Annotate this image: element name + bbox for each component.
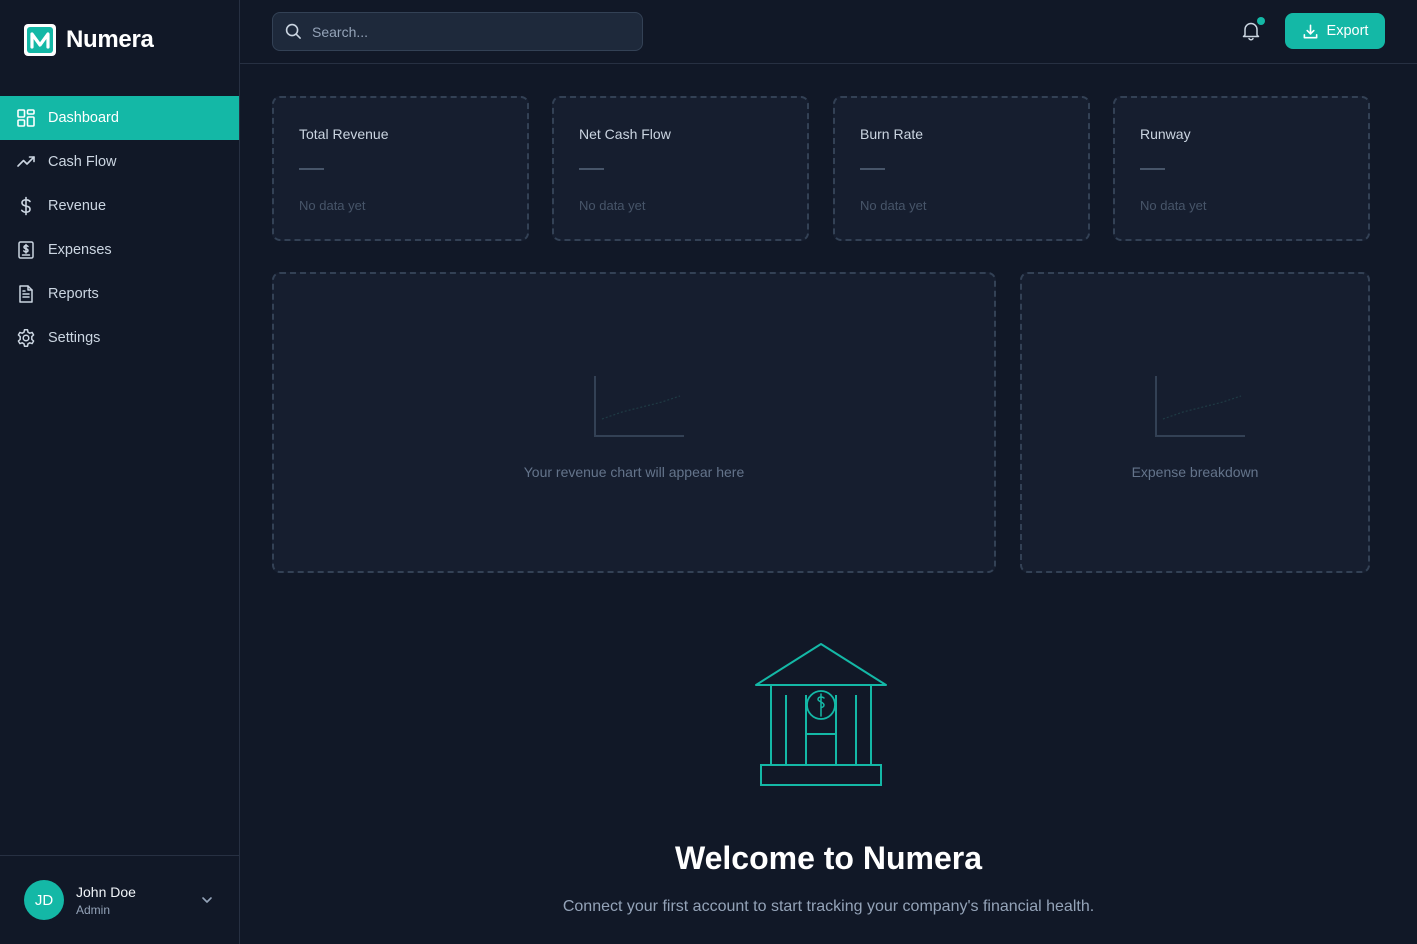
- document-icon: [16, 284, 36, 304]
- search-input[interactable]: [312, 23, 612, 40]
- dashboard-icon: [16, 108, 36, 128]
- stat-subtitle: No data yet: [579, 198, 646, 213]
- sidebar-item-cash-flow[interactable]: Cash Flow: [0, 140, 239, 184]
- stat-card-net-cash-flow: Net Cash Flow No data yet: [552, 96, 809, 241]
- sidebar-item-label: Settings: [48, 330, 101, 346]
- export-button[interactable]: Export: [1285, 13, 1385, 49]
- search-icon: [285, 23, 301, 39]
- dollar-icon: [16, 196, 36, 216]
- search-box[interactable]: [272, 12, 643, 51]
- user-role: Admin: [76, 902, 111, 917]
- stat-value-placeholder: [579, 168, 604, 170]
- sidebar-item-label: Reports: [48, 286, 99, 302]
- sidebar-item-label: Expenses: [48, 242, 112, 258]
- download-icon: [1303, 24, 1317, 38]
- stat-subtitle: No data yet: [299, 198, 366, 213]
- user-name: John Doe: [76, 883, 136, 900]
- sidebar-item-reports[interactable]: Reports: [0, 272, 239, 316]
- sidebar-item-label: Dashboard: [48, 110, 119, 126]
- avatar: JD: [24, 880, 64, 920]
- gear-icon: [16, 328, 36, 348]
- sidebar-item-dashboard[interactable]: Dashboard: [0, 96, 239, 140]
- export-label: Export: [1326, 23, 1369, 39]
- revenue-chart-placeholder-text: Your revenue chart will appear here: [523, 464, 745, 480]
- stat-card-runway: Runway No data yet: [1113, 96, 1370, 241]
- trending-up-icon: [16, 152, 36, 172]
- sidebar-item-label: Cash Flow: [48, 154, 117, 170]
- stat-subtitle: No data yet: [860, 198, 927, 213]
- welcome-title: Welcome to Numera: [674, 840, 983, 876]
- expense-chart-placeholder: Expense breakdown: [1020, 272, 1370, 573]
- receipt-icon: [16, 240, 36, 260]
- sidebar-item-expenses[interactable]: Expenses: [0, 228, 239, 272]
- numera-logo-icon: [24, 24, 56, 56]
- stat-value-placeholder: [860, 168, 885, 170]
- sidebar: Numera Dashboard Cash Flow Revenue Expen…: [0, 0, 240, 944]
- welcome-subtitle: Connect your first account to start trac…: [562, 898, 1095, 915]
- revenue-chart-placeholder: Your revenue chart will appear here: [272, 272, 996, 573]
- chart-axes-icon: [594, 376, 684, 437]
- user-menu[interactable]: JD John Doe Admin: [0, 855, 239, 944]
- expense-chart-placeholder-text: Expense breakdown: [1131, 464, 1259, 480]
- stat-value-placeholder: [299, 168, 324, 170]
- stat-card-total-revenue: Total Revenue No data yet: [272, 96, 529, 241]
- sidebar-item-label: Revenue: [48, 198, 107, 214]
- stat-card-burn-rate: Burn Rate No data yet: [833, 96, 1090, 241]
- user-info: John Doe Admin: [76, 884, 136, 917]
- stat-title: Burn Rate: [860, 126, 924, 142]
- stat-value-placeholder: [1140, 168, 1165, 170]
- stat-title: Net Cash Flow: [579, 126, 671, 142]
- brand[interactable]: Numera: [24, 24, 154, 56]
- notification-dot: [1257, 17, 1265, 25]
- chart-axes-icon: [1155, 376, 1245, 437]
- sidebar-item-revenue[interactable]: Revenue: [0, 184, 239, 228]
- sidebar-nav: Dashboard Cash Flow Revenue Expenses Rep…: [0, 96, 239, 360]
- chevron-down-icon[interactable]: [199, 892, 215, 908]
- brand-name: Numera: [66, 26, 154, 53]
- sidebar-item-settings[interactable]: Settings: [0, 316, 239, 360]
- stat-title: Runway: [1140, 126, 1191, 142]
- stat-subtitle: No data yet: [1140, 198, 1207, 213]
- top-bar: Export: [240, 0, 1417, 64]
- stat-title: Total Revenue: [299, 126, 389, 142]
- bank-building-icon: [755, 643, 887, 786]
